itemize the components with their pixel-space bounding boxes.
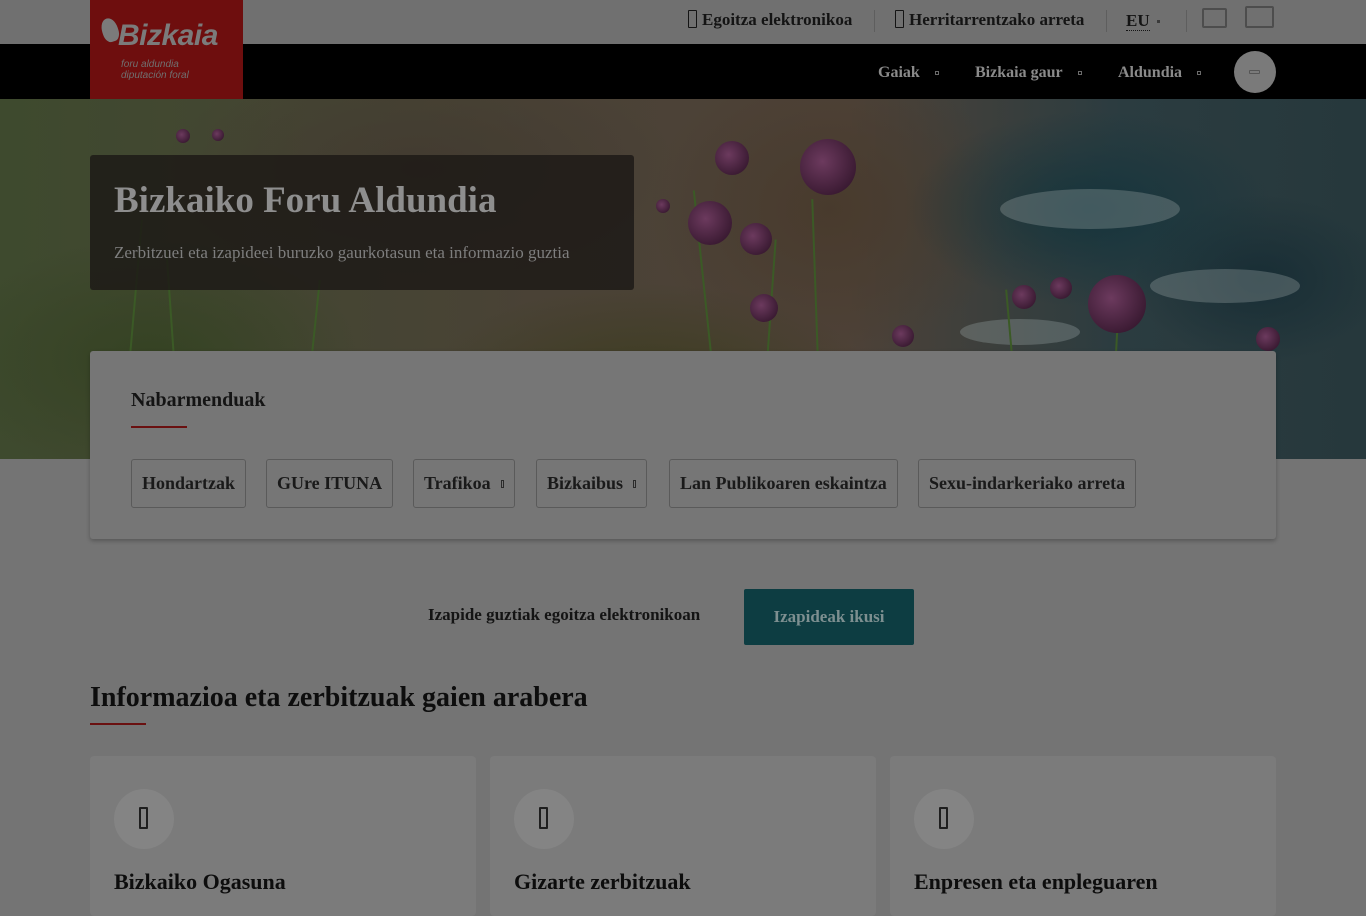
language-selector[interactable]: EU	[1126, 12, 1150, 31]
chip-label: GUre ITUNA	[277, 473, 383, 493]
highlights-title: Nabarmenduak	[131, 389, 266, 411]
bizkaia-logo[interactable]: Bizkaia foru aldundia diputación foral	[90, 0, 243, 99]
chevron-down-icon	[500, 480, 504, 488]
nav-item-aldundia[interactable]: Aldundia	[1118, 64, 1182, 82]
nav-item-gaiak[interactable]: Gaiak	[878, 64, 920, 82]
chip-bizkaibus[interactable]: Bizkaibus	[536, 459, 648, 508]
chip-lan-publikoaren-eskaintza[interactable]: Lan Publikoaren eskaintza	[669, 459, 898, 508]
procedures-text: Izapide guztiak egoitza elektronikoan	[428, 605, 701, 624]
page-title: Bizkaiko Foru Aldundia	[114, 180, 497, 221]
page-subtitle: Zerbitzuei eta izapideei buruzko gaurkot…	[114, 243, 570, 262]
title-underline	[90, 723, 146, 725]
business-icon	[914, 789, 974, 849]
topic-card-title: Bizkaiko Ogasuna	[114, 869, 286, 894]
search-icon	[1249, 70, 1260, 74]
search-button[interactable]	[1234, 51, 1276, 93]
nav-item-bizkaia-gaur[interactable]: Bizkaia gaur	[975, 64, 1063, 82]
chip-label: Sexu-indarkeriako arreta	[929, 473, 1126, 493]
fit-screen-icon[interactable]	[1202, 8, 1227, 28]
social-services-icon	[514, 789, 574, 849]
chevron-down-icon[interactable]	[1078, 71, 1082, 75]
logo-wordmark: Bizkaia	[118, 19, 218, 52]
add-window-icon[interactable]	[1245, 6, 1274, 28]
chevron-down-icon[interactable]	[935, 71, 939, 75]
chevron-down-icon	[633, 480, 637, 488]
top-divider	[1186, 10, 1187, 32]
chip-gure-ituna[interactable]: GUre ITUNA	[266, 459, 394, 508]
sede-electronica-label: Egoitza elektronikoa	[702, 10, 853, 29]
chip-hondartzak[interactable]: Hondartzak	[131, 459, 247, 508]
highlights-panel: Nabarmenduak Hondartzak GUre ITUNA Trafi…	[90, 351, 1276, 539]
top-divider	[874, 10, 875, 32]
chip-sexu-indarkeriako-arreta[interactable]: Sexu-indarkeriako arreta	[918, 459, 1137, 508]
topic-card-enpresen[interactable]: Enpresen eta enpleguaren	[890, 756, 1276, 916]
view-procedures-button[interactable]: Izapideak ikusi	[744, 589, 914, 645]
chip-label: Bizkaibus	[547, 473, 624, 493]
top-divider	[1106, 10, 1107, 32]
chevron-down-icon[interactable]	[1197, 71, 1201, 75]
logo-subtitle-es: diputación foral	[121, 70, 189, 81]
chip-label: Hondartzak	[142, 473, 236, 493]
external-link-icon	[688, 10, 697, 28]
section-title: Informazioa eta zerbitzuak gaien arabera	[90, 682, 588, 713]
treasury-icon	[114, 789, 174, 849]
citizen-attention-link[interactable]: Herritarrentzako arreta	[895, 10, 1084, 30]
chevron-down-icon[interactable]	[1157, 20, 1160, 23]
topic-card-gizarte-zerbitzuak[interactable]: Gizarte zerbitzuak	[490, 756, 876, 916]
title-underline	[131, 426, 187, 428]
sede-electronica-link[interactable]: Egoitza elektronikoa	[688, 10, 852, 30]
topic-card-ogasuna[interactable]: Bizkaiko Ogasuna	[90, 756, 476, 916]
chip-trafikoa[interactable]: Trafikoa	[413, 459, 515, 508]
hero-card: Bizkaiko Foru Aldundia Zerbitzuei eta iz…	[90, 155, 634, 290]
citizen-attention-label: Herritarrentzako arreta	[909, 10, 1085, 29]
topic-card-title: Gizarte zerbitzuak	[514, 869, 691, 894]
chip-label: Trafikoa	[424, 473, 491, 493]
topic-card-title: Enpresen eta enpleguaren	[914, 869, 1158, 894]
phone-icon	[895, 10, 904, 28]
chip-label: Lan Publikoaren eskaintza	[680, 473, 887, 493]
logo-subtitle-eu: foru aldundia	[121, 59, 179, 70]
